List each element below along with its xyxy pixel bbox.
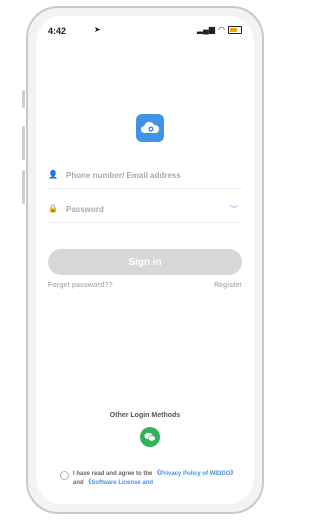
signal-icon: ▂▄▆ <box>197 25 216 34</box>
account-field[interactable]: 👤 <box>48 162 242 189</box>
register-link[interactable]: Register <box>214 282 242 289</box>
location-arrow-icon: ➤ <box>94 25 101 34</box>
side-button-volume-up <box>22 126 25 160</box>
password-input[interactable] <box>64 203 218 215</box>
wechat-icon <box>144 432 156 442</box>
user-icon: 👤 <box>48 170 58 179</box>
phone-frame: 4:42 ➤ ▂▄▆ ◠ 👤 🔒 ︶ Sign in For <box>26 6 264 514</box>
status-time: 4:42 <box>48 26 67 36</box>
login-screen: 4:42 ➤ ▂▄▆ ◠ 👤 🔒 ︶ Sign in For <box>36 16 254 504</box>
password-field[interactable]: 🔒 ︶ <box>48 196 242 223</box>
side-button-volume-down <box>22 170 25 204</box>
cloud-camera-icon <box>141 122 159 133</box>
forgot-password-link[interactable]: Forget password?? <box>48 282 113 289</box>
eye-closed-icon[interactable]: ︶ <box>230 204 238 215</box>
agreement-prefix: I have read and agree to the <box>73 471 153 477</box>
agree-checkbox[interactable] <box>60 471 69 480</box>
agreement-and: and <box>73 480 84 486</box>
agreement-text: I have read and agree to the 《Privacy Po… <box>73 470 246 488</box>
agreement: I have read and agree to the 《Privacy Po… <box>60 470 246 488</box>
wechat-login-button[interactable] <box>140 427 160 447</box>
lock-icon: 🔒 <box>48 204 58 213</box>
account-input[interactable] <box>64 169 218 181</box>
software-license-link[interactable]: 《Software License and <box>85 480 153 486</box>
status-icons: ➤ ▂▄▆ ◠ <box>94 25 242 34</box>
status-bar: 4:42 ➤ ▂▄▆ ◠ <box>36 16 254 42</box>
sign-in-button[interactable]: Sign in <box>48 249 242 275</box>
other-login-methods-label: Other Login Methods <box>109 412 181 419</box>
battery-icon <box>228 25 242 34</box>
wifi-icon: ◠ <box>218 25 225 34</box>
privacy-policy-link[interactable]: 《Privacy Policy of WIDDO》 <box>154 471 236 477</box>
app-logo <box>136 114 164 142</box>
side-button-mute <box>22 90 25 108</box>
